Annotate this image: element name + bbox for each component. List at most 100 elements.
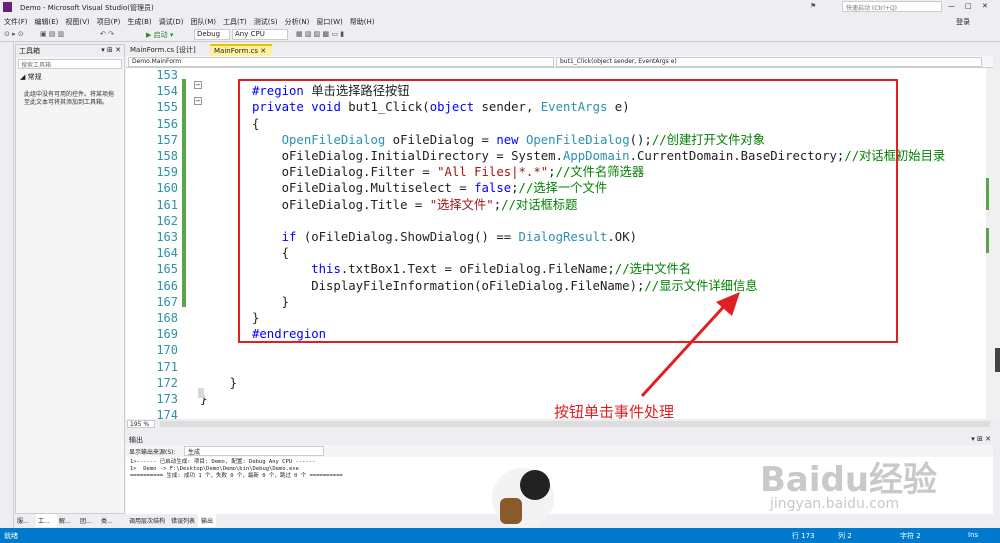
menu-item[interactable]: 调试(D) xyxy=(159,18,184,26)
annotation-arrow xyxy=(640,292,740,398)
menu-item[interactable]: 工具(T) xyxy=(223,18,247,26)
pin-icon[interactable]: ▾ ⊞ ✕ xyxy=(101,46,121,54)
tab-designer[interactable]: MainForm.cs [设计] xyxy=(126,44,208,56)
toolbox-group-general[interactable]: ◢ 常规 xyxy=(16,71,124,83)
line-number: 166 xyxy=(156,278,178,293)
line-number: 154 xyxy=(156,84,178,99)
line-number: 167 xyxy=(156,294,178,309)
left-tab[interactable]: 解... xyxy=(57,514,78,527)
code-line[interactable]: 170 xyxy=(126,342,986,358)
line-number: 173 xyxy=(156,392,178,406)
line-number: 160 xyxy=(156,181,178,196)
bottom-tab[interactable]: 错误列表 xyxy=(168,514,198,527)
menu-item[interactable]: 项目(P) xyxy=(97,18,121,26)
navigation-bar: Demo.MainForm but1_Click(object sender, … xyxy=(126,56,993,68)
toolbox-empty-text: 此组中没有可用的控件。将某项拖至此文本可将其添加到工具箱。 xyxy=(24,91,115,106)
menu-item[interactable]: 分析(N) xyxy=(285,18,310,26)
left-tab[interactable]: 团... xyxy=(78,514,99,527)
line-number: 159 xyxy=(156,165,178,180)
line-number: 156 xyxy=(156,116,178,131)
output-source-select[interactable]: 生成 xyxy=(184,446,324,456)
menu-bar: 文件(F) 编辑(E) 视图(V) 项目(P) 生成(B) 调试(D) 团队(M) 工具(T)… xyxy=(0,15,1000,28)
collapse-icon[interactable]: − xyxy=(194,97,202,105)
type-dropdown[interactable]: Demo.MainForm xyxy=(128,57,554,67)
collapse-icon[interactable]: − xyxy=(194,81,202,89)
zoom-select[interactable]: 195 % xyxy=(127,420,155,428)
vertical-scrollbar[interactable] xyxy=(986,68,1000,419)
left-tab[interactable]: 工... xyxy=(36,514,57,527)
output-source-label: 显示输出来源(S): xyxy=(129,449,176,456)
status-char: 字符 2 xyxy=(900,532,921,540)
toolbar-misc-icons[interactable]: ▦ ▧ ▨ ▩ ▭ ▮ xyxy=(296,30,344,38)
minimize-button[interactable]: — xyxy=(948,2,955,10)
menu-item[interactable]: 测试(S) xyxy=(254,18,278,26)
baidu-watermark: Baidu经验 xyxy=(760,460,938,500)
scroll-change-marker xyxy=(986,178,989,210)
line-number: 157 xyxy=(156,132,178,147)
menu-item[interactable]: 文件(F) xyxy=(4,18,28,26)
change-tracking-bar xyxy=(182,79,186,307)
line-number: 158 xyxy=(156,149,178,163)
line-number: 163 xyxy=(156,230,178,244)
horizontal-scrollbar[interactable] xyxy=(160,421,990,427)
line-number: 170 xyxy=(156,343,178,358)
menu-item[interactable]: 窗口(W) xyxy=(316,18,342,26)
toolbox-panel: 工具箱 ▾ ⊞ ✕ 搜索工具箱 ◢ 常规 此组中没有可用的控件。将某项拖至此文本可… xyxy=(15,44,125,514)
code-line[interactable]: 172 } xyxy=(126,375,986,391)
status-line: 行 173 xyxy=(792,532,815,540)
line-number: 169 xyxy=(156,327,178,342)
line-number: 165 xyxy=(156,262,178,277)
toolbar: ⊙ ▸ ⊙ ▣ ▤ ▥ ↶ ↷ ▶ 启动 ▾ Debug Any CPU ▦ ▧… xyxy=(0,28,1000,42)
bear-logo-image xyxy=(492,468,554,528)
bottom-panel-tabs: 调用层次结构 错误列表 输出 xyxy=(126,514,426,527)
toolbox-title: 工具箱 xyxy=(19,47,40,55)
server-explorer-rail[interactable] xyxy=(0,42,14,528)
undo-icon[interactable]: ↶ ↷ xyxy=(100,30,114,38)
line-number: 161 xyxy=(156,197,178,212)
menu-item[interactable]: 生成(B) xyxy=(127,18,151,26)
tab-code[interactable]: MainForm.cs ✕ xyxy=(210,44,272,56)
nav-back-icon[interactable]: ⊙ ▸ ⊙ xyxy=(4,30,24,38)
scroll-position-marker xyxy=(995,348,1000,372)
config-select[interactable]: Debug xyxy=(194,29,230,40)
left-panel-tabs: 服... 工... 解... 团... 类... xyxy=(15,514,125,527)
status-bar: 就绪 行 173 列 2 字符 2 Ins xyxy=(0,528,1000,543)
new-project-icon[interactable]: ▣ ▤ ▥ xyxy=(40,30,64,38)
line-number: 164 xyxy=(156,246,178,261)
output-window-controls[interactable]: ▾ ⊞ ✕ xyxy=(969,433,993,445)
line-number: 172 xyxy=(156,375,178,390)
left-tab[interactable]: 服... xyxy=(15,514,36,527)
panda-face-icon xyxy=(520,470,550,500)
left-tab[interactable]: 类... xyxy=(99,514,120,527)
code-line[interactable]: 171 xyxy=(126,359,986,375)
line-number: 171 xyxy=(156,359,178,374)
caret-marker xyxy=(198,388,204,398)
line-number: 174 xyxy=(156,408,178,419)
status-col: 列 2 xyxy=(838,532,852,540)
code-text: } xyxy=(200,375,238,390)
close-button[interactable]: ✕ xyxy=(982,2,988,10)
scroll-change-marker xyxy=(986,228,989,253)
login-link[interactable]: 登录 xyxy=(956,17,970,27)
quick-launch-input[interactable]: 快速启动 (Ctrl+Q) xyxy=(842,1,942,12)
line-number: 155 xyxy=(156,100,178,115)
line-number: 168 xyxy=(156,311,178,325)
menu-item[interactable]: 团队(M) xyxy=(190,18,216,26)
platform-select[interactable]: Any CPU xyxy=(232,29,288,40)
status-mode: Ins xyxy=(968,531,979,539)
start-button[interactable]: ▶ 启动 ▾ xyxy=(146,30,173,40)
bottom-tab[interactable]: 输出 xyxy=(198,514,217,527)
menu-item[interactable]: 视图(V) xyxy=(65,18,89,26)
toolbox-search-input[interactable]: 搜索工具箱 xyxy=(18,59,122,69)
notification-icon[interactable]: ⚑ xyxy=(810,2,816,10)
bottom-tab[interactable]: 调用层次结构 xyxy=(126,514,168,527)
zoom-bar: 195 % xyxy=(126,419,993,429)
maximize-button[interactable]: □ xyxy=(965,2,972,10)
vs-logo-icon xyxy=(3,2,12,12)
output-header: 输出 ▾ ⊞ ✕ xyxy=(126,433,993,445)
bear-body-icon xyxy=(500,498,522,524)
menu-item[interactable]: 帮助(H) xyxy=(350,18,375,26)
menu-item[interactable]: 编辑(E) xyxy=(35,18,59,26)
document-tabs: MainForm.cs [设计] MainForm.cs ✕ xyxy=(126,44,993,56)
member-dropdown[interactable]: but1_Click(object sender, EventArgs e) xyxy=(556,57,982,67)
